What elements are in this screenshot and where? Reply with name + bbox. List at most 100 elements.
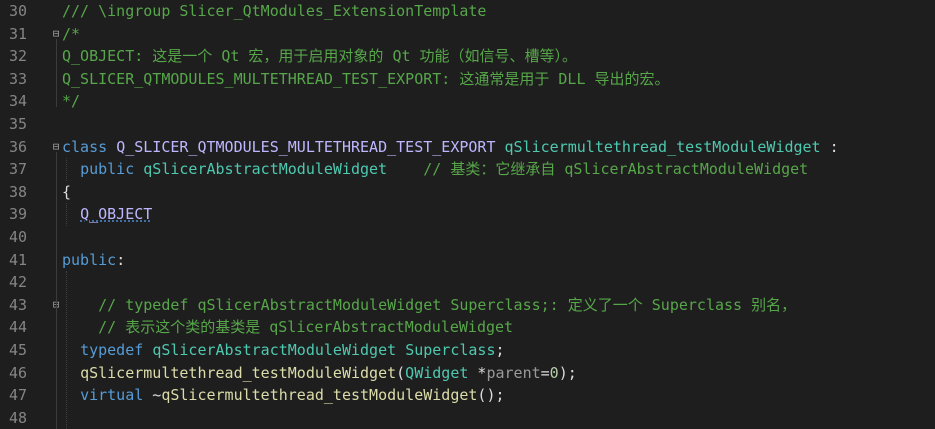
code-token: qSlicermultethread_testModuleWidget	[161, 386, 478, 405]
code-line[interactable]: 32 Q_OBJECT: 这是一个 Qt 宏，用于启用对象的 Qt 功能（如信号、…	[0, 45, 935, 68]
line-number: 39	[8, 205, 27, 224]
code-line[interactable]: 36 ⊟ class Q_SLICER_QTMODULES_MULTETHREAD_…	[0, 136, 935, 159]
code-line[interactable]: 46 qSlicermultethread_testModuleWidget(Q…	[0, 362, 935, 385]
code-token: public	[62, 250, 117, 269]
line-number: 35	[8, 115, 27, 133]
code-token: qSlicermultethread_testModuleWidget	[504, 137, 821, 156]
line-number: 31	[8, 24, 27, 43]
line-number: 36	[8, 137, 27, 156]
line-number: 47	[8, 386, 27, 405]
indent-guide	[66, 271, 67, 429]
code-line[interactable]: 37 public qSlicerAbstractModuleWidget //…	[0, 158, 935, 181]
code-token: QWidget	[405, 363, 469, 382]
code-token: 0	[549, 363, 559, 382]
line-number: 32	[8, 47, 27, 66]
code-token: // 表示这个类的基类是 qSlicerAbstractModuleWidget	[62, 318, 514, 337]
code-text: public:	[62, 249, 125, 272]
code-token: =	[540, 363, 550, 382]
code-text: typedef qSlicerAbstractModuleWidget Supe…	[62, 339, 505, 362]
code-line[interactable]: 39 Q_OBJECT	[0, 203, 935, 226]
code-line[interactable]: 34 */	[0, 90, 935, 113]
code-token: Superclass	[405, 341, 496, 359]
code-token: Q_SLICER_QTMODULES_MULTETHREAD_TEST_EXPO…	[116, 137, 496, 156]
line-number: 38	[8, 182, 27, 201]
code-line[interactable]: 48	[0, 407, 935, 429]
code-text: {	[62, 181, 71, 204]
code-line[interactable]: 44 // 表示这个类的基类是 qSlicerAbstractModuleWid…	[0, 316, 935, 339]
code-line[interactable]: 47 virtual ~qSlicermultethread_testModul…	[0, 384, 935, 407]
line-number: 44	[8, 318, 27, 337]
line-number: 46	[8, 363, 27, 382]
code-text: public qSlicerAbstractModuleWidget // 基类…	[62, 158, 808, 181]
code-editor[interactable]: 30 /// \ingroup Slicer_QtModules_Extensio…	[0, 0, 935, 429]
code-token: */	[62, 92, 81, 111]
code-line[interactable]: 31 ⊟/*	[0, 23, 935, 46]
code-token: qSlicermultethread_testModuleWidget	[80, 363, 397, 382]
code-text: virtual ~qSlicermultethread_testModuleWi…	[62, 384, 505, 407]
indent-guide	[66, 158, 67, 181]
code-token: :	[820, 137, 839, 156]
line-number: 37	[8, 160, 27, 179]
line-number: 43	[8, 295, 27, 314]
code-text: Q_SLICER_QTMODULES_MULTETHREAD_TEST_EXPO…	[62, 68, 670, 91]
code-token: parent	[486, 363, 541, 382]
code-text: */	[62, 90, 80, 113]
code-token: class	[62, 137, 108, 156]
code-token: (	[396, 363, 406, 382]
code-token: public	[80, 160, 135, 179]
code-token: ;	[495, 341, 505, 359]
line-number: 45	[8, 341, 27, 359]
code-token: qSlicerAbstractModuleWidget	[152, 341, 397, 359]
code-token: ();	[477, 386, 505, 405]
code-token: /*	[62, 24, 81, 43]
code-text: /// \ingroup Slicer_QtModules_ExtensionT…	[62, 0, 486, 23]
fold-region-line	[56, 38, 57, 107]
code-line[interactable]: 40	[0, 226, 935, 249]
line-number: 48	[8, 408, 27, 427]
code-text: // 表示这个类的基类是 qSlicerAbstractModuleWidget	[62, 316, 513, 339]
code-token: // 基类：它继承自 qSlicerAbstractModuleWidget	[423, 160, 809, 179]
code-line[interactable]: 42	[0, 271, 935, 294]
code-text: Q_OBJECT: 这是一个 Qt 宏，用于启用对象的 Qt 功能（如信号、槽等…	[62, 45, 577, 68]
line-number: 41	[8, 250, 27, 269]
code-token: // typedef qSlicerAbstractModuleWidget S…	[62, 295, 797, 314]
code-token: {	[62, 182, 72, 201]
code-token: Q_OBJECT: 这是一个 Qt 宏，用于启用对象的 Qt 功能（如信号、槽等…	[62, 47, 578, 66]
fold-region-line	[56, 151, 57, 429]
code-token: /// \ingroup Slicer_QtModules_ExtensionT…	[62, 2, 487, 20]
code-line[interactable]: 35	[0, 113, 935, 136]
line-number: 33	[8, 69, 27, 88]
code-text: Q_OBJECT	[62, 203, 152, 226]
line-number: 40	[8, 228, 27, 246]
code-token: );	[558, 363, 577, 382]
fold-region-line	[56, 309, 57, 335]
line-number: 42	[8, 273, 27, 292]
code-line[interactable]: 30 /// \ingroup Slicer_QtModules_Extensio…	[0, 0, 935, 23]
code-text: // typedef qSlicerAbstractModuleWidget S…	[62, 294, 796, 317]
code-line[interactable]: 38 {	[0, 181, 935, 204]
code-line[interactable]: 33 Q_SLICER_QTMODULES_MULTETHREAD_TEST_EX…	[0, 68, 935, 91]
code-text: class Q_SLICER_QTMODULES_MULTETHREAD_TES…	[62, 136, 839, 159]
line-number: 30	[8, 2, 27, 20]
code-token: virtual	[80, 386, 144, 405]
code-token: *	[468, 363, 487, 382]
code-line[interactable]: 43 ⊟ // typedef qSlicerAbstractModuleWidg…	[0, 294, 935, 317]
code-token: ~	[143, 386, 162, 405]
code-token: Q_OBJECT	[80, 205, 153, 224]
code-token: typedef	[80, 341, 144, 359]
code-line[interactable]: 41 public:	[0, 249, 935, 272]
line-number: 34	[8, 92, 27, 111]
code-token: qSlicerAbstractModuleWidget	[143, 160, 388, 179]
code-text: qSlicermultethread_testModuleWidget(QWid…	[62, 362, 577, 385]
code-line[interactable]: 45 typedef qSlicerAbstractModuleWidget S…	[0, 339, 935, 362]
code-text: /*	[62, 23, 80, 46]
